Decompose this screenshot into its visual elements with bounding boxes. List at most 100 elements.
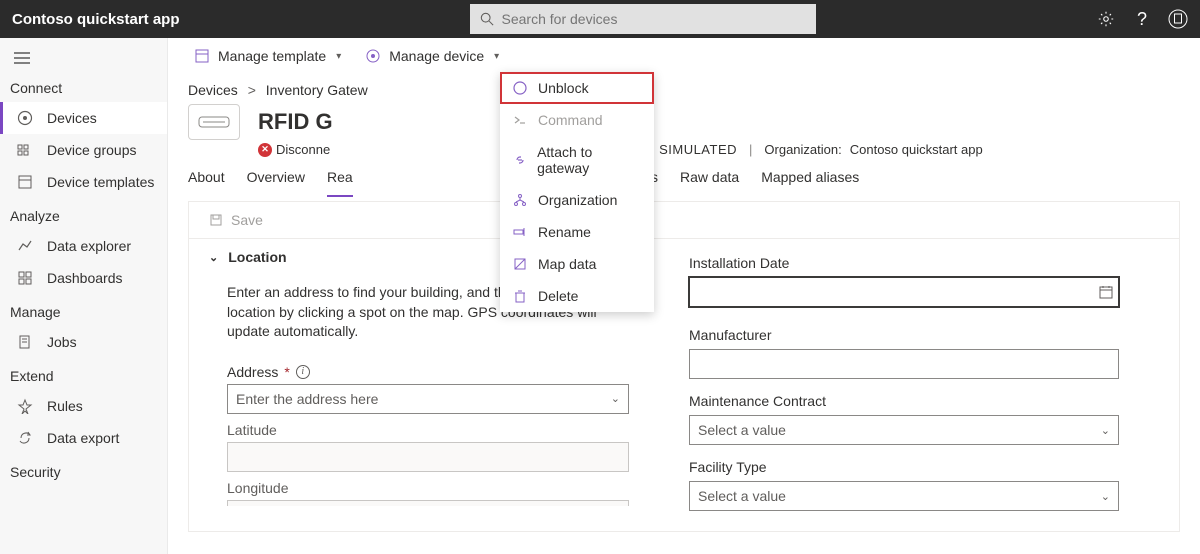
chevron-down-icon: ⌄ — [209, 251, 218, 264]
facility-label: Facility Type — [689, 459, 1119, 475]
nav-group-connect: Connect — [0, 70, 167, 102]
nav-group-security: Security — [0, 454, 167, 486]
dropdown-label: Map data — [538, 256, 596, 272]
nav-group-manage: Manage — [0, 294, 167, 326]
export-icon — [17, 430, 33, 446]
save-label: Save — [231, 212, 263, 228]
dropdown-item-delete[interactable]: Delete — [500, 280, 654, 312]
dropdown-item-organization[interactable]: Organization — [500, 184, 654, 216]
maintenance-select[interactable]: Select a value ⌄ — [689, 415, 1119, 445]
connection-status: ✕ Disconne — [258, 142, 330, 157]
chevron-down-icon: ▾ — [494, 51, 499, 62]
dropdown-item-rename[interactable]: Rename — [500, 216, 654, 248]
manufacturer-label: Manufacturer — [689, 327, 1119, 343]
device-title: RFID G — [258, 109, 333, 135]
app-title: Contoso quickstart app — [12, 11, 180, 28]
chevron-down-icon: ▾ — [336, 51, 341, 62]
manufacturer-input[interactable] — [689, 349, 1119, 379]
maintenance-label: Maintenance Contract — [689, 393, 1119, 409]
sidebar-item-device-templates[interactable]: Device templates — [0, 166, 167, 198]
feedback-icon[interactable] — [1168, 9, 1188, 29]
sidebar-item-dashboards[interactable]: Dashboards — [0, 262, 167, 294]
command-bar: Manage template ▾ Manage device ▾ — [168, 38, 1200, 74]
longitude-label: Longitude — [227, 480, 629, 496]
command-icon — [512, 112, 528, 128]
tab-rea[interactable]: Rea — [327, 169, 353, 197]
sidebar-item-label: Device templates — [47, 174, 154, 190]
explorer-icon — [17, 238, 33, 254]
sidebar-item-devices[interactable]: Devices — [0, 102, 167, 134]
device-icon — [365, 48, 381, 64]
tab-about[interactable]: About — [188, 169, 225, 197]
dropdown-label: Organization — [538, 192, 617, 208]
dashboard-icon — [17, 270, 33, 286]
status-text: Disconne — [276, 142, 330, 157]
address-label: Address * i — [227, 364, 629, 380]
info-icon[interactable]: i — [296, 365, 310, 379]
dropdown-label: Attach to gateway — [537, 144, 642, 176]
dropdown-item-attach[interactable]: Attach to gateway — [500, 136, 654, 184]
manage-template-button[interactable]: Manage template ▾ — [188, 44, 347, 68]
jobs-icon — [17, 334, 33, 350]
dropdown-item-unblock[interactable]: Unblock — [500, 72, 654, 104]
settings-icon[interactable] — [1096, 9, 1116, 29]
cmd-label: Manage template — [218, 48, 326, 64]
rules-icon — [17, 398, 33, 414]
sidebar: Connect Devices Device groups Device tem… — [0, 38, 168, 554]
devices-icon — [17, 110, 33, 126]
dropdown-item-mapdata[interactable]: Map data — [500, 248, 654, 280]
unblock-icon — [512, 80, 528, 96]
device-tabs: About Overview Rea Devices Commands Raw … — [168, 157, 1200, 197]
manage-device-button[interactable]: Manage device ▾ — [359, 44, 505, 68]
dropdown-label: Rename — [538, 224, 591, 240]
org-icon — [512, 192, 528, 208]
form-panel: Save ⌄ Location Enter an address to find… — [188, 201, 1180, 532]
nav-group-extend: Extend — [0, 358, 167, 390]
content-area: Manage template ▾ Manage device ▾ Unbloc… — [168, 38, 1200, 554]
delete-icon — [512, 288, 528, 304]
help-icon[interactable]: ? — [1132, 9, 1152, 29]
longitude-input — [227, 500, 629, 506]
dropdown-item-command: Command — [500, 104, 654, 136]
select-placeholder: Select a value — [698, 488, 786, 504]
device-header: RFID G — [168, 98, 1200, 144]
tab-mapped[interactable]: Mapped aliases — [761, 169, 859, 197]
install-date-label: Installation Date — [689, 255, 1119, 271]
facility-select[interactable]: Select a value ⌄ — [689, 481, 1119, 511]
search-box[interactable] — [470, 4, 816, 34]
disconnected-icon: ✕ — [258, 143, 272, 157]
sidebar-item-label: Data explorer — [47, 238, 131, 254]
calendar-icon[interactable] — [1099, 285, 1113, 299]
attach-icon — [512, 152, 527, 168]
tab-overview[interactable]: Overview — [247, 169, 305, 197]
hamburger-icon[interactable] — [0, 46, 167, 70]
sidebar-item-data-explorer[interactable]: Data explorer — [0, 230, 167, 262]
template-icon — [17, 174, 33, 190]
breadcrumb-separator: > — [248, 82, 256, 98]
dropdown-label: Unblock — [538, 80, 589, 96]
sidebar-item-rules[interactable]: Rules — [0, 390, 167, 422]
mapdata-icon — [512, 256, 528, 272]
sidebar-item-label: Rules — [47, 398, 83, 414]
sidebar-item-device-groups[interactable]: Device groups — [0, 134, 167, 166]
nav-group-analyze: Analyze — [0, 198, 167, 230]
simulated-badge: SIMULATED — [659, 142, 737, 157]
sidebar-item-label: Data export — [47, 430, 119, 446]
sidebar-item-jobs[interactable]: Jobs — [0, 326, 167, 358]
template-icon — [194, 48, 210, 64]
search-input[interactable] — [502, 11, 806, 27]
address-input[interactable]: Enter the address here ⌄ — [227, 384, 629, 414]
install-date-input[interactable] — [689, 277, 1119, 307]
tab-rawdata[interactable]: Raw data — [680, 169, 739, 197]
sidebar-item-data-export[interactable]: Data export — [0, 422, 167, 454]
save-button: Save — [189, 202, 1179, 239]
required-asterisk: * — [284, 364, 289, 380]
breadcrumb: Devices > Inventory Gatew — [168, 74, 1200, 98]
breadcrumb-devices[interactable]: Devices — [188, 82, 238, 98]
org-value: Contoso quickstart app — [850, 142, 983, 157]
sidebar-item-label: Dashboards — [47, 270, 123, 286]
cmd-label: Manage device — [389, 48, 484, 64]
group-icon — [17, 142, 33, 158]
chevron-down-icon: ⌄ — [1101, 490, 1110, 503]
device-status-row: ✕ Disconne 7/2022, 1:08:57 PM | SIMULATE… — [168, 142, 1200, 157]
